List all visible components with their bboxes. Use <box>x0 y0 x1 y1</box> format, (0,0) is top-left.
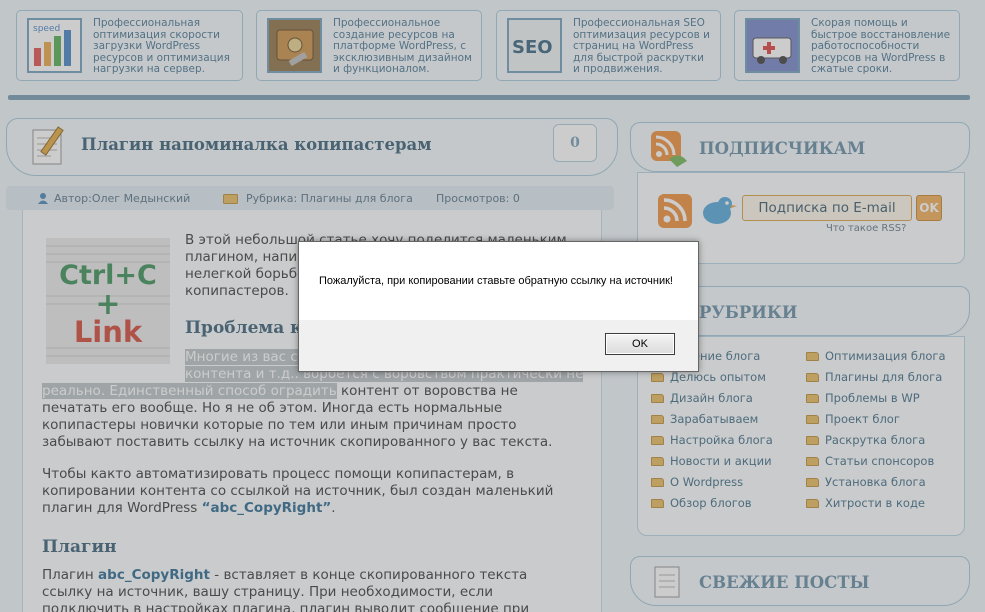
alert-ok-button[interactable]: OK <box>605 333 675 355</box>
alert-dialog-body: Пожалуйста, при копировании ставьте обра… <box>299 242 698 320</box>
alert-message: Пожалуйста, при копировании ставьте обра… <box>319 275 673 287</box>
alert-dialog: Пожалуйста, при копировании ставьте обра… <box>298 241 699 372</box>
